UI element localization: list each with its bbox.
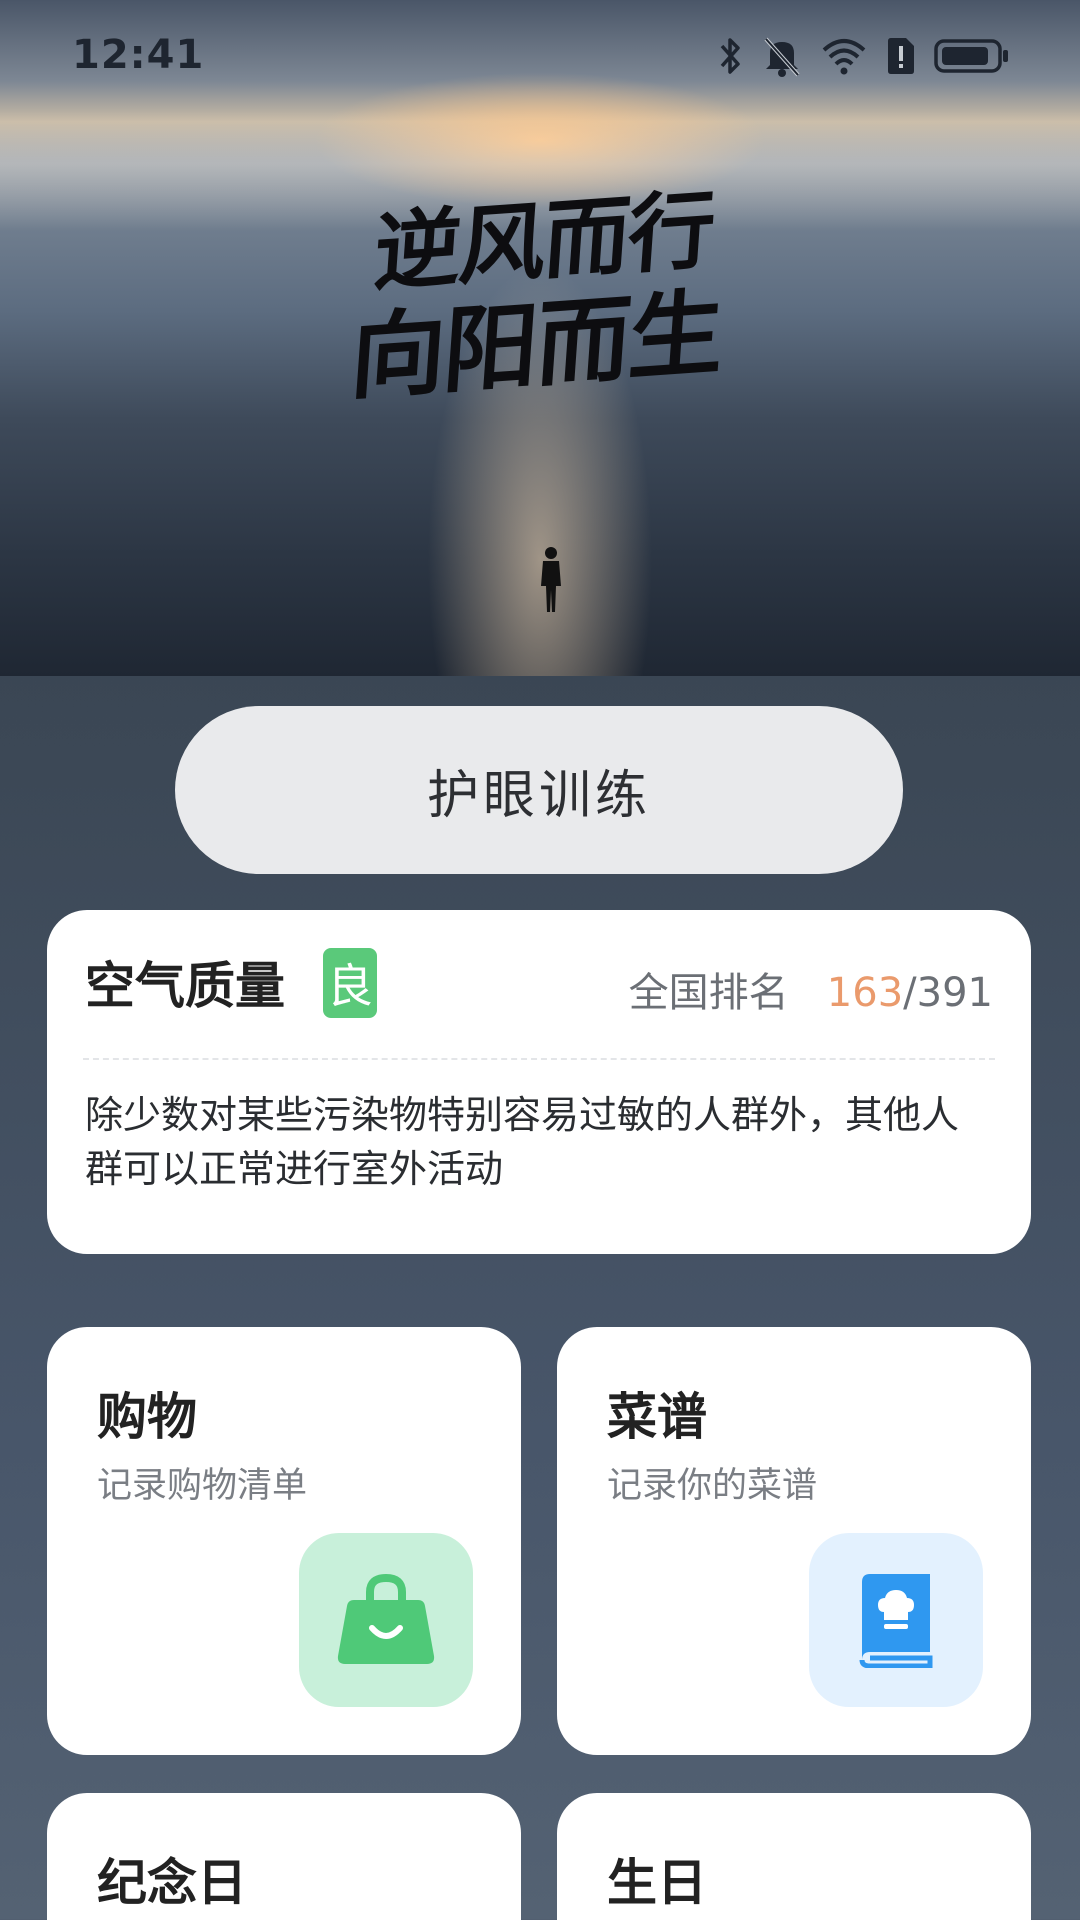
birthday-tile[interactable]: 生日 (557, 1793, 1031, 1920)
rank-value: 163 (826, 970, 904, 1016)
shopping-icon-container (299, 1533, 473, 1707)
walking-figure (541, 547, 561, 612)
rank-label: 全国排名 (628, 970, 789, 1016)
national-rank: 全国排名 163/391 (629, 960, 993, 1018)
status-icons (718, 34, 1010, 78)
status-bar: 12:41 (0, 0, 1080, 110)
battery-icon (934, 39, 1008, 73)
shopping-bag-icon (337, 1573, 435, 1664)
rank-separator: / (903, 970, 917, 1016)
eye-training-button[interactable]: 护眼训练 (175, 706, 903, 874)
recipe-icon-container (809, 1533, 983, 1707)
recipe-book-icon (859, 1574, 933, 1668)
shopping-tile[interactable]: 购物 记录购物清单 (47, 1327, 521, 1755)
anniversary-title: 纪念日 (97, 1854, 247, 1912)
recipe-title: 菜谱 (607, 1388, 707, 1446)
air-quality-divider (83, 1058, 995, 1060)
sim-alert-icon (888, 38, 914, 74)
mute-icon (764, 37, 800, 77)
shopping-title: 购物 (97, 1388, 197, 1446)
recipe-subtitle: 记录你的菜谱 (607, 1466, 818, 1506)
air-quality-description: 除少数对某些污染物特别容易过敏的人群外，其他人群可以正常进行室外活动 (85, 1093, 960, 1191)
wifi-icon (822, 39, 866, 75)
air-quality-title: 空气质量 (85, 957, 285, 1015)
rank-total: 391 (916, 970, 993, 1016)
shopping-subtitle: 记录购物清单 (97, 1466, 308, 1506)
hero-banner: 逆风而行 向阳而生 12:41 (0, 0, 1080, 676)
air-quality-card[interactable]: 空气质量 良 全国排名 163/391 除少数对某些污染物特别容易过敏的人群外，… (47, 910, 1031, 1254)
hero-calligraphy: 逆风而行 向阳而生 (291, 174, 789, 415)
bluetooth-icon (720, 38, 740, 74)
status-time: 12:41 (72, 32, 205, 78)
recipe-tile[interactable]: 菜谱 记录你的菜谱 (557, 1327, 1031, 1755)
air-quality-grade-badge: 良 (323, 948, 377, 1018)
anniversary-tile[interactable]: 纪念日 (47, 1793, 521, 1920)
birthday-title: 生日 (607, 1854, 707, 1912)
